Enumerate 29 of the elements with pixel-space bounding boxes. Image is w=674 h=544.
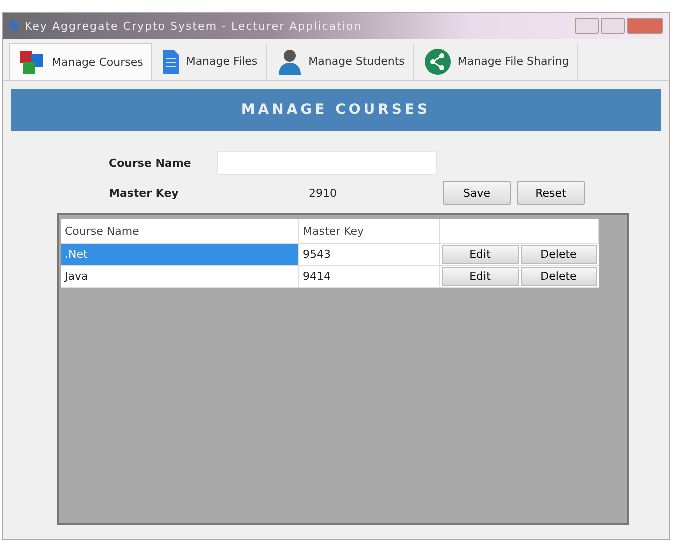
table-cell[interactable]: Java	[61, 266, 299, 287]
row-button[interactable]: Edit	[442, 267, 518, 286]
tab[interactable]: Manage File Sharing	[416, 43, 578, 80]
table-cell: 9414	[299, 266, 440, 287]
close-button[interactable]	[627, 18, 663, 34]
maximize-button[interactable]	[601, 18, 625, 34]
master-key-value: 2910	[309, 186, 337, 200]
app-icon	[9, 21, 19, 31]
window-title: Key Aggregate Crypto System - Lecturer Application	[25, 20, 364, 32]
share-icon	[424, 48, 452, 76]
row-button[interactable]: Delete	[520, 245, 597, 264]
table-cell: 9543	[299, 244, 440, 265]
page-banner: MANAGE COURSES	[11, 89, 661, 131]
blocks-icon	[18, 48, 46, 76]
tab[interactable]: Manage Courses	[9, 43, 152, 80]
form-button[interactable]: Reset	[517, 181, 585, 205]
column-header: Master Key	[299, 219, 440, 243]
field-label: Master Key	[109, 186, 180, 200]
tab[interactable]: Manage Students	[268, 43, 414, 80]
tab[interactable]: Manage Files	[154, 43, 267, 80]
minimize-button[interactable]	[575, 18, 599, 34]
person-icon	[276, 48, 303, 76]
document-icon	[162, 48, 180, 74]
form-button[interactable]: Save	[443, 181, 511, 205]
column-header: Course Name	[61, 219, 299, 243]
input-field[interactable]	[217, 151, 437, 175]
field-label: Course Name	[109, 156, 192, 170]
row-button[interactable]: Delete	[520, 267, 597, 286]
row-button[interactable]: Edit	[442, 245, 518, 264]
